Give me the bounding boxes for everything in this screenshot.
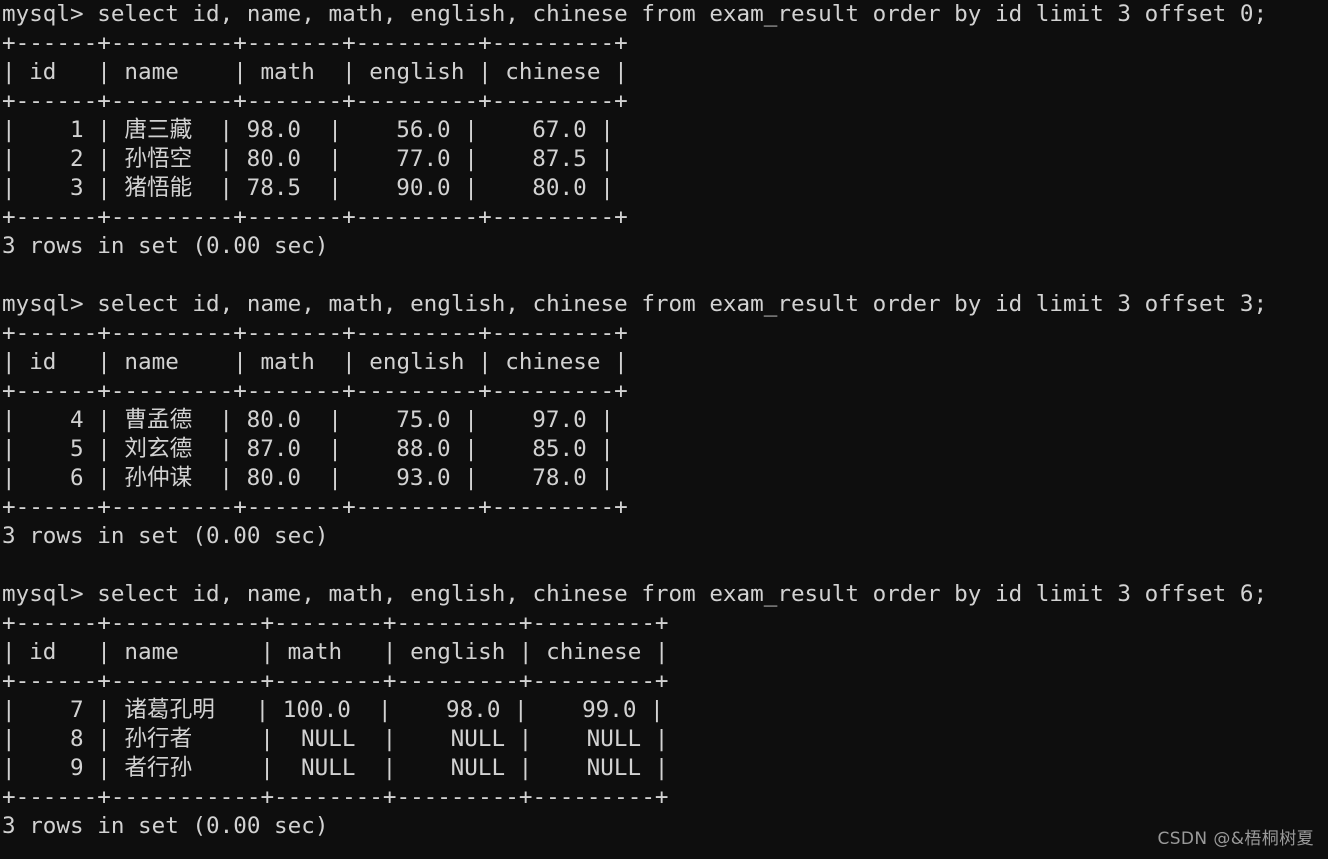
result-status-line: 3 rows in set (0.00 sec) — [2, 523, 329, 549]
table-row: | 6 | 孙仲谋 | 80.0 | 93.0 | 78.0 | — [2, 465, 614, 491]
terminal-window[interactable]: mysql> select id, name, math, english, c… — [0, 0, 1328, 859]
table-separator-bottom: +------+---------+-------+---------+----… — [2, 204, 628, 230]
table-header-row: | id | name | math | english | chinese | — [2, 59, 628, 85]
table-row: | 7 | 诸葛孔明 | 100.0 | 98.0 | 99.0 | — [2, 697, 664, 723]
table-separator-mid: +------+---------+-------+---------+----… — [2, 378, 628, 404]
result-status-line: 3 rows in set (0.00 sec) — [2, 813, 329, 839]
table-header-row: | id | name | math | english | chinese | — [2, 639, 669, 665]
table-separator-top: +------+---------+-------+---------+----… — [2, 30, 628, 56]
table-separator-mid: +------+---------+-------+---------+----… — [2, 88, 628, 114]
query-block-3: mysql> select id, name, math, english, c… — [0, 580, 1328, 841]
table-row: | 1 | 唐三藏 | 98.0 | 56.0 | 67.0 | — [2, 117, 614, 143]
table-header-row: | id | name | math | english | chinese | — [2, 349, 628, 375]
command-line: mysql> select id, name, math, english, c… — [2, 581, 1268, 607]
query-block-2: mysql> select id, name, math, english, c… — [0, 290, 1328, 580]
table-separator-bottom: +------+---------+-------+---------+----… — [2, 494, 628, 520]
table-row: | 5 | 刘玄德 | 87.0 | 88.0 | 85.0 | — [2, 436, 614, 462]
table-row: | 4 | 曹孟德 | 80.0 | 75.0 | 97.0 | — [2, 407, 614, 433]
table-row: | 2 | 孙悟空 | 80.0 | 77.0 | 87.5 | — [2, 146, 614, 172]
table-row: | 8 | 孙行者 | NULL | NULL | NULL | — [2, 726, 669, 752]
watermark-label: CSDN @&梧桐树夏 — [1157, 829, 1314, 849]
table-row: | 9 | 者行孙 | NULL | NULL | NULL | — [2, 755, 669, 781]
table-separator-top: +------+---------+-------+---------+----… — [2, 320, 628, 346]
result-status-line: 3 rows in set (0.00 sec) — [2, 233, 329, 259]
table-separator-top: +------+-----------+--------+---------+-… — [2, 610, 669, 636]
command-line: mysql> select id, name, math, english, c… — [2, 291, 1268, 317]
command-line: mysql> select id, name, math, english, c… — [2, 1, 1268, 27]
table-row: | 3 | 猪悟能 | 78.5 | 90.0 | 80.0 | — [2, 175, 614, 201]
table-separator-mid: +------+-----------+--------+---------+-… — [2, 668, 669, 694]
query-block-1: mysql> select id, name, math, english, c… — [0, 0, 1328, 290]
table-separator-bottom: +------+-----------+--------+---------+-… — [2, 784, 669, 810]
